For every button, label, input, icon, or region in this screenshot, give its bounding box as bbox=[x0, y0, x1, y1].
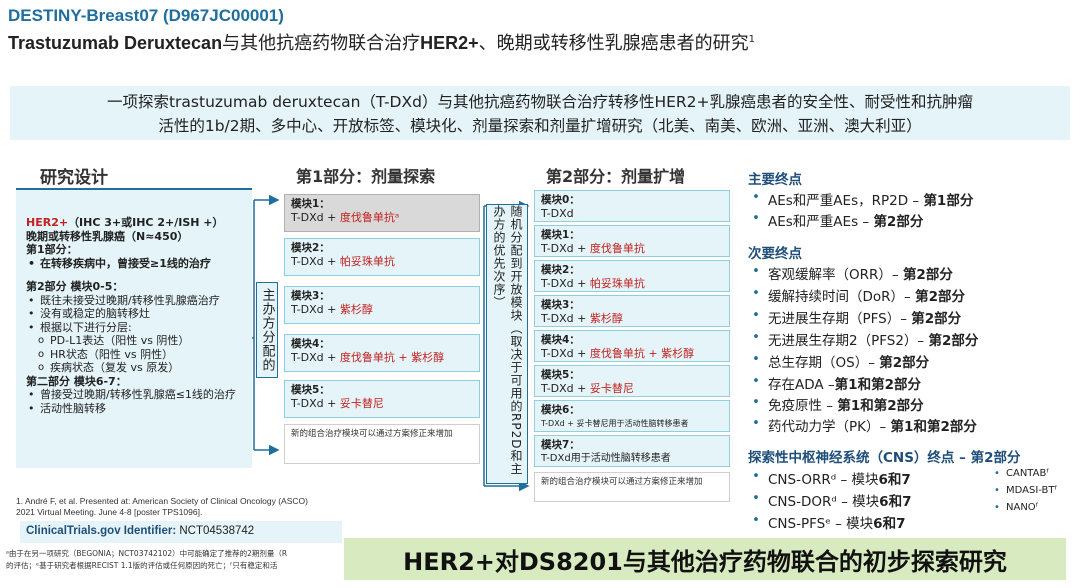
allocation-text-part1: 主办方分配的 bbox=[259, 288, 275, 372]
part2-module-1: 模块1： T-DXd + 度伐鲁单抗 bbox=[534, 225, 730, 257]
allocation-box-part1: 主办方分配的 bbox=[256, 282, 278, 378]
allocation-box-part2: 随机分配到开放模块（取决于可用的RP2D和主办方的优先次序） bbox=[486, 204, 528, 484]
design-part2b-criterion-1: 曾接受过晚期/转移性乳腺癌≤1线的治疗 bbox=[26, 388, 244, 402]
part2-module-3: 模块3： T-DXd + 紫杉醇 bbox=[534, 295, 730, 327]
design-part2: 第2部分 模块0-5： bbox=[26, 280, 124, 293]
design-strat-1: PD-L1表达（阳性 vs 阴性） bbox=[26, 334, 244, 348]
part1-module-4: 模块4： T-DXd + 度伐鲁单抗 + 紫杉醇 bbox=[284, 334, 480, 372]
cns-extra-2: MDASI-BTᶠ bbox=[994, 485, 1058, 496]
design-box: HER2+（IHC 3+或IHC 2+/ISH +） 晚期或转移性乳腺癌（N≈4… bbox=[16, 188, 252, 468]
secondary-endpoint-3: 无进展生存期（PFS）– 第2部分 bbox=[752, 307, 961, 327]
design-part2b: 第二部分 模块6-7： bbox=[26, 374, 127, 388]
allocation-text-part2: 随机分配到开放模块（取决于可用的RP2D和主办方的优先次序） bbox=[492, 205, 523, 476]
secondary-endpoint-1: 客观缓解率（ORR）– 第2部分 bbox=[752, 263, 953, 283]
secondary-endpoint-4: 无进展生存期2（PFS2）– 第2部分 bbox=[752, 329, 978, 349]
cns-endpoints-heading: 探索性中枢神经系统（CNS）终点 – 第2部分 bbox=[748, 450, 1021, 466]
design-part2-criterion-3: 根据以下进行分层: bbox=[26, 321, 244, 335]
cns-extra-3: NANOᶠ bbox=[994, 502, 1039, 513]
primary-endpoint-2: AEs和严重AEs – 第2部分 bbox=[752, 210, 923, 230]
part1-module-5: 模块5： T-DXd + 妥卡替尼 bbox=[284, 380, 480, 418]
secondary-endpoints-heading: 次要终点 bbox=[748, 246, 802, 262]
cns-endpoint-2: CNS-DORᵈ – 模块6和7 bbox=[752, 490, 912, 510]
design-population: HER2+（IHC 3+或IHC 2+/ISH +） bbox=[26, 216, 224, 229]
part2-module-4: 模块4： T-DXd + 度伐鲁单抗 + 紫杉醇 bbox=[534, 330, 730, 362]
footnote-1: ᵃ由于在另一项研究（BEGONIA；NCT03742102）中可能确定了推荐的2… bbox=[6, 549, 288, 558]
secondary-endpoint-6: 存在ADA –第1和第2部分 bbox=[752, 373, 921, 393]
footnotes: ᵃ由于在另一项研究（BEGONIA；NCT03742102）中可能确定了推荐的2… bbox=[6, 548, 346, 572]
cns-endpoint-3: CNS-PFSᵉ – 模块6和7 bbox=[752, 512, 906, 532]
primary-endpoints-heading: 主要终点 bbox=[748, 172, 802, 188]
part1-module-3: 模块3： T-DXd + 紫杉醇 bbox=[284, 286, 480, 324]
secondary-endpoint-5: 总生存期（OS）– 第2部分 bbox=[752, 351, 929, 371]
design-strat-2: HR状态（阳性 vs 阴性） bbox=[26, 348, 244, 362]
part2-heading: 第2部分：剂量扩增 bbox=[546, 167, 686, 186]
design-strat-3: 疾病状态（复发 vs 原发） bbox=[26, 361, 244, 375]
design-part1-criterion: 在转移疾病中，曾接受≥1线的治疗 bbox=[26, 257, 244, 271]
part2-module-5: 模块5： T-DXd + 妥卡替尼 bbox=[534, 365, 730, 397]
design-pop-size: 晚期或转移性乳腺癌（N≈450） bbox=[26, 229, 189, 243]
reference: 1. André F, et al. Presented at: America… bbox=[16, 496, 308, 517]
part1-module-2: 模块2： T-DXd + 帕妥珠单抗 bbox=[284, 238, 480, 276]
primary-endpoint-1: AEs和严重AEs，RP2D – 第1部分 bbox=[752, 189, 973, 209]
part2-module-7: 模块7： T-DXd用于活动性脑转移患者 bbox=[534, 435, 730, 467]
summary-banner: HER2+对DS8201与其他治疗药物联合的初步探索研究 bbox=[344, 538, 1066, 580]
design-part2-criterion-2: 没有或稳定的脑转移灶 bbox=[26, 307, 244, 321]
design-part2-criterion-1: 既往未接受过晚期/转移性乳腺癌治疗 bbox=[26, 294, 244, 308]
part2-note: 新的组合治疗模块可以通过方案修正来增加 bbox=[534, 472, 730, 502]
design-part2b-criterion-2: 活动性脑转移 bbox=[26, 402, 244, 416]
secondary-endpoint-7: 免疫原性 – 第1和第2部分 bbox=[752, 394, 924, 414]
part2-module-2: 模块2： T-DXd + 帕妥珠单抗 bbox=[534, 260, 730, 292]
part1-module-1: 模块1： T-DXd + 度伐鲁单抗ᵃ bbox=[284, 194, 480, 232]
part1-note: 新的组合治疗模块可以通过方案修正来增加 bbox=[284, 424, 480, 464]
part2-module-0: 模块0： T-DXd bbox=[534, 190, 730, 222]
cns-endpoint-1: CNS-ORRᵈ – 模块6和7 bbox=[752, 468, 911, 488]
part2-module-6: 模块6： T-DXd + 妥卡替尼用于活动性脑转移患者 bbox=[534, 400, 730, 432]
cns-extra-1: CANTABᶠ bbox=[994, 468, 1049, 479]
design-part1: 第1部分： bbox=[26, 243, 78, 256]
design-heading: 研究设计 bbox=[40, 168, 108, 188]
clinicaltrials-id: ClinicalTrials.gov Identifier: NCT045387… bbox=[20, 521, 342, 543]
part1-heading: 第1部分：剂量探索 bbox=[296, 167, 436, 186]
secondary-endpoint-8: 药代动力学（PK）– 第1和第2部分 bbox=[752, 415, 977, 435]
secondary-endpoint-2: 缓解持续时间（DoR）– 第2部分 bbox=[752, 285, 965, 305]
footnote-2: 的评估；ᵉ基于研究者根据RECIST 1.1版的评估或任何原因的死亡；ᶠ只有稳定… bbox=[6, 561, 278, 570]
